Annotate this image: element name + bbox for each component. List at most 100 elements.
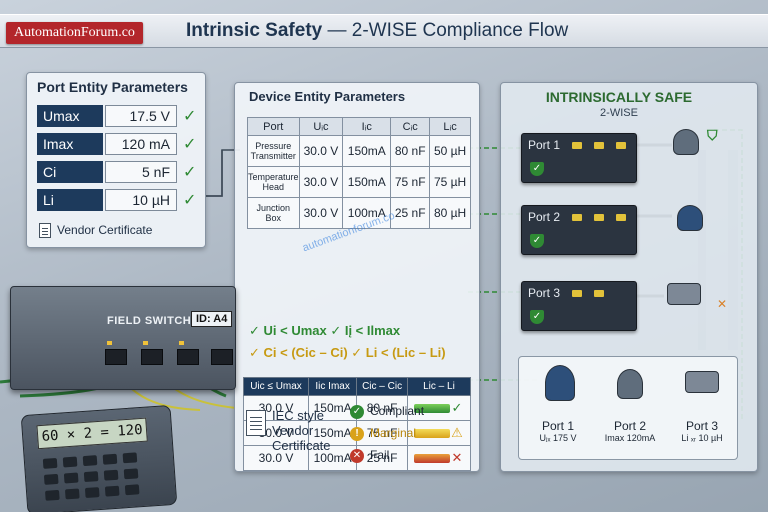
calculator-key <box>104 485 120 497</box>
port-label: Port 2 <box>528 210 561 224</box>
column-header: Port <box>247 117 300 136</box>
port-label: Port 1 <box>528 138 561 152</box>
column-header: Iᵢc <box>342 117 392 136</box>
param-value: 17.5 V <box>105 105 177 127</box>
ethernet-port[interactable] <box>141 349 163 365</box>
i-cell: 150mA <box>342 135 392 167</box>
status-led <box>616 142 626 149</box>
fail-x-icon: ✕ <box>350 448 364 463</box>
status-led <box>616 214 626 221</box>
field-port-name: Port 3 <box>685 419 718 433</box>
calculator-key <box>124 484 140 496</box>
port-name: Pressure Transmitter <box>247 135 300 167</box>
check-icon: ✓ <box>183 136 197 153</box>
table-row: Pressure Transmitter 30.0 V 150mA 80 nF … <box>247 135 471 167</box>
port-led <box>143 341 148 345</box>
port-name: Temperature Head <box>247 166 300 198</box>
table-header-row: Uic ≤ Umax Iic Imax Cic – Cic Lic – Li <box>242 377 472 396</box>
port-label: Port 3 <box>528 286 561 300</box>
u-cell: 30.0 V <box>298 197 344 229</box>
table-row: Temperature Head 30.0 V 150mA 75 nF 75 µ… <box>247 166 471 198</box>
u-cell: 30.0 V <box>298 135 344 167</box>
field-switch: FIELD SWITCH ID: A4 <box>10 286 236 390</box>
status-led <box>594 214 604 221</box>
pressure-transmitter-icon <box>673 129 699 155</box>
port-led <box>107 341 112 345</box>
calculator-key <box>42 457 58 469</box>
ethernet-port[interactable] <box>211 349 233 365</box>
status-legend: ✓ Compliant ! Marginal ✕ Fail <box>350 404 470 470</box>
legend-label: Compliant <box>370 404 425 418</box>
fail-x-icon: ✕ <box>717 297 728 311</box>
calculator-key <box>123 468 139 480</box>
port-module-3[interactable]: Port 3 ✓ <box>521 281 637 331</box>
column-header: Cᵢc <box>390 117 431 136</box>
c-cell: 80 nF <box>390 135 431 167</box>
status-led <box>572 142 582 149</box>
param-row-ci: Ci 5 nF ✓ <box>37 161 201 183</box>
field-port-3: Port 3 Li ₓᵣ 10 µH <box>665 419 739 443</box>
shield-check-icon: ⛉ <box>707 127 718 143</box>
field-port-2: Port 2 Imax 120mA <box>593 419 667 443</box>
port-module-2[interactable]: Port 2 ✓ <box>521 205 637 255</box>
field-devices-area: Port 1 Uⱼₓ 175 V Port 2 Imax 120mA Port … <box>518 356 738 460</box>
status-led <box>594 290 604 297</box>
param-row-li: Li 10 µH ✓ <box>37 189 201 211</box>
shield-icon: ✓ <box>530 310 544 324</box>
check-icon: ✓ <box>183 164 197 181</box>
check-icon: ✓ <box>183 192 197 209</box>
param-key: Umax <box>37 105 103 127</box>
table-row: Junction Box 30.0 V 100mA 25 nF 80 µH <box>247 197 471 229</box>
iec-line: IEC style <box>272 408 325 423</box>
calculator-key <box>63 472 79 484</box>
column-header: Lᵢc <box>429 117 471 136</box>
switch-id-badge: ID: A4 <box>191 311 233 327</box>
port-module-1[interactable]: Port 1 ✓ <box>521 133 637 183</box>
l-cell: 75 µH <box>429 166 471 198</box>
param-value: 120 mA <box>105 133 177 155</box>
l-cell: 80 µH <box>429 197 471 229</box>
condition-line: ✓ Ui < Umax ✓ Iį < Ilmax <box>249 323 401 338</box>
certificate-icon <box>246 410 266 436</box>
i-cell: 100mA <box>342 197 392 229</box>
l-cell: 50 µH <box>429 135 471 167</box>
calculator-key <box>122 452 138 464</box>
calculator-key <box>45 489 60 501</box>
column-header: Iic Imax <box>308 377 358 396</box>
calculator-key <box>82 455 98 467</box>
vendor-certificate-label: Vendor Certificate <box>57 223 153 237</box>
legend-compliant: ✓ Compliant <box>350 404 470 426</box>
port-entity-panel: Port Entity Parameters Umax 17.5 V ✓ Ima… <box>26 72 206 248</box>
ethernet-port[interactable] <box>177 349 199 365</box>
safe-title: INTRINSICALLY SAFE <box>545 89 693 105</box>
iec-line: Certificate <box>272 438 331 453</box>
pressure-transmitter-icon <box>545 365 575 401</box>
junction-box-icon <box>685 371 719 393</box>
param-value: 10 µH <box>105 189 177 211</box>
field-port-detail: Uⱼₓ 175 V <box>539 433 577 443</box>
safe-subtitle: 2-WISE <box>600 107 638 119</box>
port-led <box>179 341 184 345</box>
column-header: Uᵢc <box>298 117 344 136</box>
field-port-name: Port 2 <box>613 419 646 433</box>
column-header: Lic – Li <box>406 377 472 396</box>
device-entity-table: Port Uᵢc Iᵢc Cᵢc Lᵢc Pressure Transmitte… <box>247 117 471 229</box>
vendor-certificate-link[interactable]: Vendor Certificate <box>39 223 153 239</box>
table-header-row: Port Uᵢc Iᵢc Cᵢc Lᵢc <box>247 117 471 136</box>
temperature-head-icon <box>677 205 703 231</box>
param-key: Ci <box>37 161 103 183</box>
ethernet-port[interactable] <box>105 349 127 365</box>
u-cell: 30.0 V <box>298 166 344 198</box>
iec-certificate[interactable]: IEC style Vendor Certificate <box>246 404 346 460</box>
switch-name: FIELD SWITCH <box>107 315 192 327</box>
c-cell: 25 nF <box>390 197 431 229</box>
calculator-key <box>103 469 119 481</box>
device-entity-title: Device Entity Parameters <box>249 89 406 104</box>
param-value: 5 nF <box>105 161 177 183</box>
calculator-key <box>62 456 78 468</box>
legend-label: Marginal <box>370 426 417 440</box>
legend-label: Fail <box>370 448 390 462</box>
i-cell: 150mA <box>342 166 392 198</box>
calculator-display: 60 × 2 = 120 <box>36 417 148 450</box>
calculator-key <box>43 473 59 485</box>
